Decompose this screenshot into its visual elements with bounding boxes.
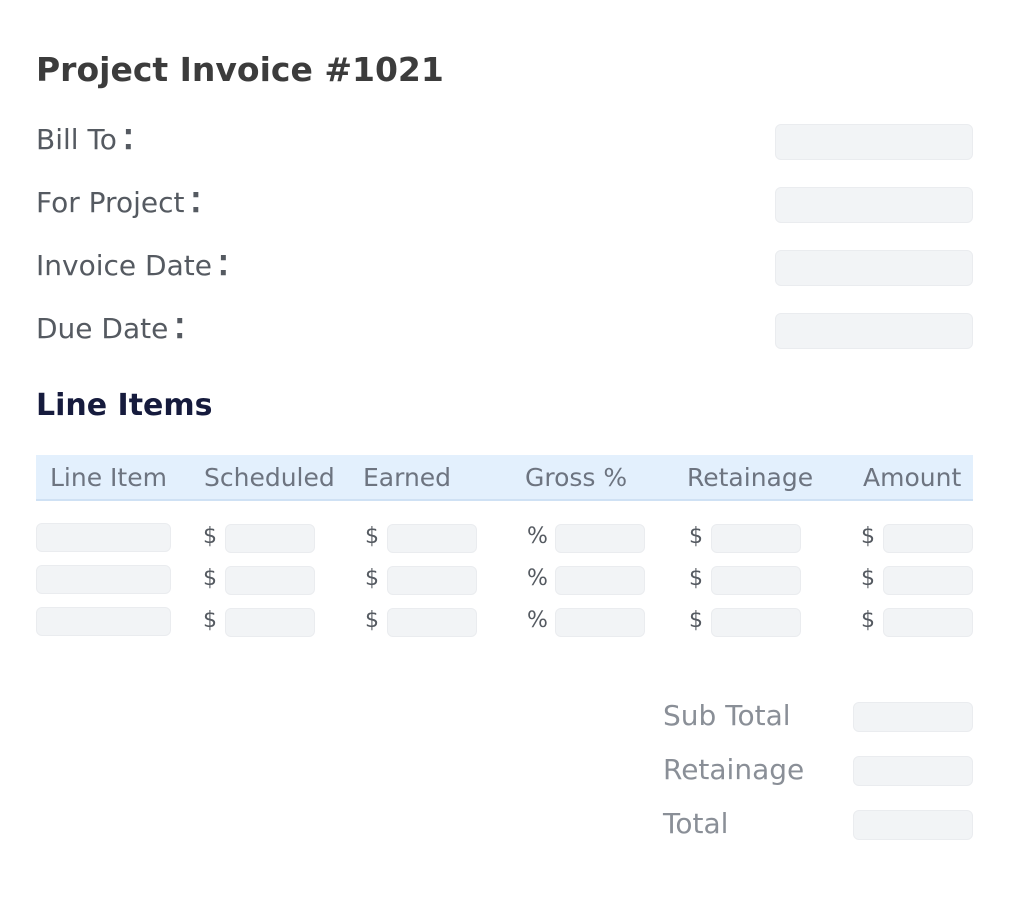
bill-to-input[interactable] (775, 124, 973, 160)
invoice-date-label-text: Invoice Date (36, 249, 212, 282)
earned-input[interactable] (387, 566, 477, 595)
field-separator: ⁚ (122, 123, 134, 156)
dollar-sign: $ (861, 566, 875, 591)
gross-percent-input[interactable] (555, 608, 645, 637)
dollar-sign: $ (689, 608, 703, 633)
scheduled-input[interactable] (225, 524, 315, 553)
percent-sign: % (527, 608, 548, 633)
column-header-earned: Earned (363, 463, 452, 492)
sub-total-input[interactable] (853, 702, 973, 732)
amount-input[interactable] (883, 608, 973, 637)
sub-total-label: Sub Total (663, 699, 791, 732)
column-header-gross-percent: Gross % (525, 463, 628, 492)
field-separator: ⁚ (190, 186, 202, 219)
line-item-input[interactable] (36, 523, 171, 552)
earned-input[interactable] (387, 524, 477, 553)
dollar-sign: $ (861, 608, 875, 633)
scheduled-input[interactable] (225, 608, 315, 637)
column-header-line-item: Line Item (50, 463, 167, 492)
field-separator: ⁚ (217, 249, 229, 282)
for-project-label: For Project ⁚ (36, 186, 201, 219)
earned-input[interactable] (387, 608, 477, 637)
dollar-sign: $ (365, 566, 379, 591)
dollar-sign: $ (861, 524, 875, 549)
dollar-sign: $ (689, 566, 703, 591)
retainage-input[interactable] (711, 608, 801, 637)
column-header-retainage: Retainage (687, 463, 814, 492)
line-item-input[interactable] (36, 565, 171, 594)
column-header-scheduled: Scheduled (204, 463, 335, 492)
retainage-total-label: Retainage (663, 753, 805, 786)
gross-percent-input[interactable] (555, 566, 645, 595)
for-project-label-text: For Project (36, 186, 185, 219)
invoice-date-label: Invoice Date ⁚ (36, 249, 229, 282)
line-items-table-header: Line Item Scheduled Earned Gross % Retai… (36, 455, 973, 501)
retainage-input[interactable] (711, 566, 801, 595)
bill-to-label-text: Bill To (36, 123, 117, 156)
line-item-input[interactable] (36, 607, 171, 636)
percent-sign: % (527, 566, 548, 591)
line-items-heading: Line Items (36, 388, 213, 423)
retainage-total-input[interactable] (853, 756, 973, 786)
due-date-input[interactable] (775, 313, 973, 349)
scheduled-input[interactable] (225, 566, 315, 595)
amount-input[interactable] (883, 566, 973, 595)
total-input[interactable] (853, 810, 973, 840)
due-date-label: Due Date ⁚ (36, 312, 185, 345)
gross-percent-input[interactable] (555, 524, 645, 553)
invoice-date-input[interactable] (775, 250, 973, 286)
percent-sign: % (527, 524, 548, 549)
dollar-sign: $ (203, 524, 217, 549)
invoice-title: Project Invoice #1021 (36, 50, 444, 89)
for-project-input[interactable] (775, 187, 973, 223)
bill-to-label: Bill To ⁚ (36, 123, 134, 156)
dollar-sign: $ (203, 608, 217, 633)
dollar-sign: $ (689, 524, 703, 549)
column-header-amount: Amount (863, 463, 962, 492)
total-label: Total (663, 807, 729, 840)
retainage-input[interactable] (711, 524, 801, 553)
dollar-sign: $ (203, 566, 217, 591)
dollar-sign: $ (365, 524, 379, 549)
field-separator: ⁚ (174, 312, 185, 345)
amount-input[interactable] (883, 524, 973, 553)
due-date-label-text: Due Date (36, 312, 169, 345)
dollar-sign: $ (365, 608, 379, 633)
